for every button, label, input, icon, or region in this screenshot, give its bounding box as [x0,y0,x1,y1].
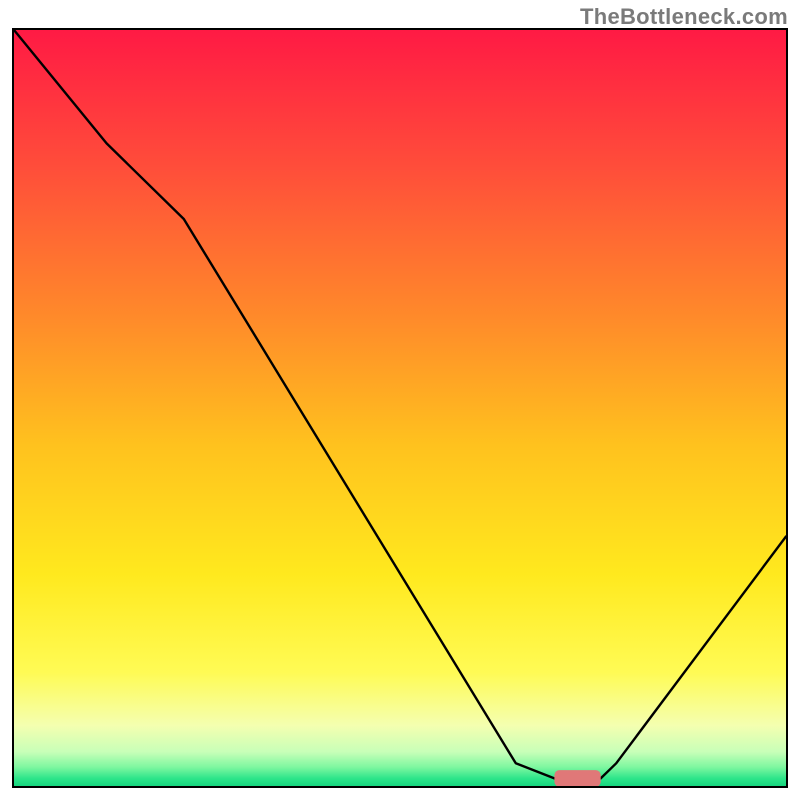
optimal-marker [554,770,600,786]
chart-area [12,28,788,788]
watermark-text: TheBottleneck.com [580,4,788,30]
heat-background [14,30,786,786]
chart-svg [14,30,786,786]
